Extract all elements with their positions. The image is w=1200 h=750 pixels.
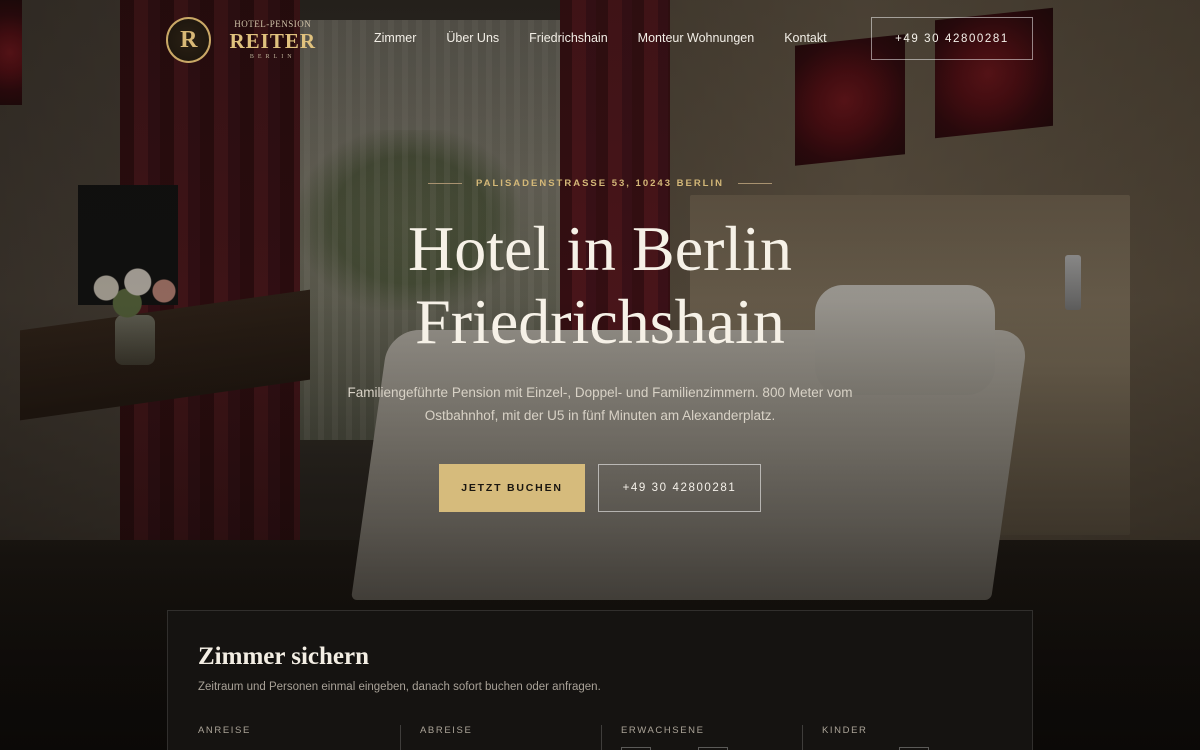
booking-widget: Zimmer sichern Zeitraum und Personen ein… — [167, 610, 1033, 750]
nav-item-kontakt[interactable]: Kontakt — [784, 31, 826, 45]
address-divider-left — [428, 183, 463, 184]
hero-address-row: PALISADENSTRASSE 53, 10243 BERLIN — [0, 178, 1200, 189]
address-divider-right — [737, 183, 772, 184]
book-now-button[interactable]: JETZT BUCHEN — [439, 464, 585, 512]
hotel-logo[interactable]: R HOTEL-PENSION REITER BERLIN — [166, 16, 316, 64]
children-label: KINDER — [822, 725, 868, 736]
adults-label: ERWACHSENE — [621, 725, 705, 736]
booking-title: Zimmer sichern — [198, 643, 370, 670]
logo-wordmark: HOTEL-PENSION REITER BERLIN — [229, 19, 316, 61]
field-divider — [601, 725, 602, 750]
departure-label: ABREISE — [420, 725, 473, 736]
nav-item-friedrichshain[interactable]: Friedrichshain — [529, 31, 608, 45]
main-nav: Zimmer Über Uns Friedrichshain Monteur W… — [374, 31, 857, 45]
site-header: R HOTEL-PENSION REITER BERLIN Zimmer Übe… — [0, 0, 1200, 78]
arrival-field[interactable]: ANREISE — [198, 725, 398, 750]
logo-top-text: HOTEL-PENSION — [234, 19, 312, 29]
logo-emblem-letter: R — [180, 26, 198, 53]
header-phone-button[interactable]: +49 30 42800281 — [871, 17, 1033, 60]
laurel-emblem-icon: R — [166, 17, 212, 63]
hero-subtitle: Familiengeführte Pension mit Einzel-, Do… — [347, 385, 853, 423]
hero-address: PALISADENSTRASSE 53, 10243 BERLIN — [476, 178, 724, 189]
hero-title-line-1: Hotel in Berlin — [408, 213, 792, 284]
field-divider — [802, 725, 803, 750]
hero-title-line-2: Friedrichshain — [415, 286, 785, 357]
field-divider — [400, 725, 401, 750]
departure-field[interactable]: ABREISE — [420, 725, 600, 750]
logo-name: REITER — [229, 29, 316, 53]
booking-description: Zeitraum und Personen einmal eingeben, d… — [198, 681, 601, 693]
nav-item-zimmer[interactable]: Zimmer — [374, 31, 416, 45]
nav-item-ueber-uns[interactable]: Über Uns — [446, 31, 499, 45]
arrival-label: ANREISE — [198, 725, 251, 736]
logo-city: BERLIN — [249, 54, 296, 60]
hero-title: Hotel in Berlin Friedrichshain — [0, 212, 1200, 358]
call-button[interactable]: +49 30 42800281 — [598, 464, 761, 512]
nav-item-monteur-wohnungen[interactable]: Monteur Wohnungen — [638, 31, 755, 45]
